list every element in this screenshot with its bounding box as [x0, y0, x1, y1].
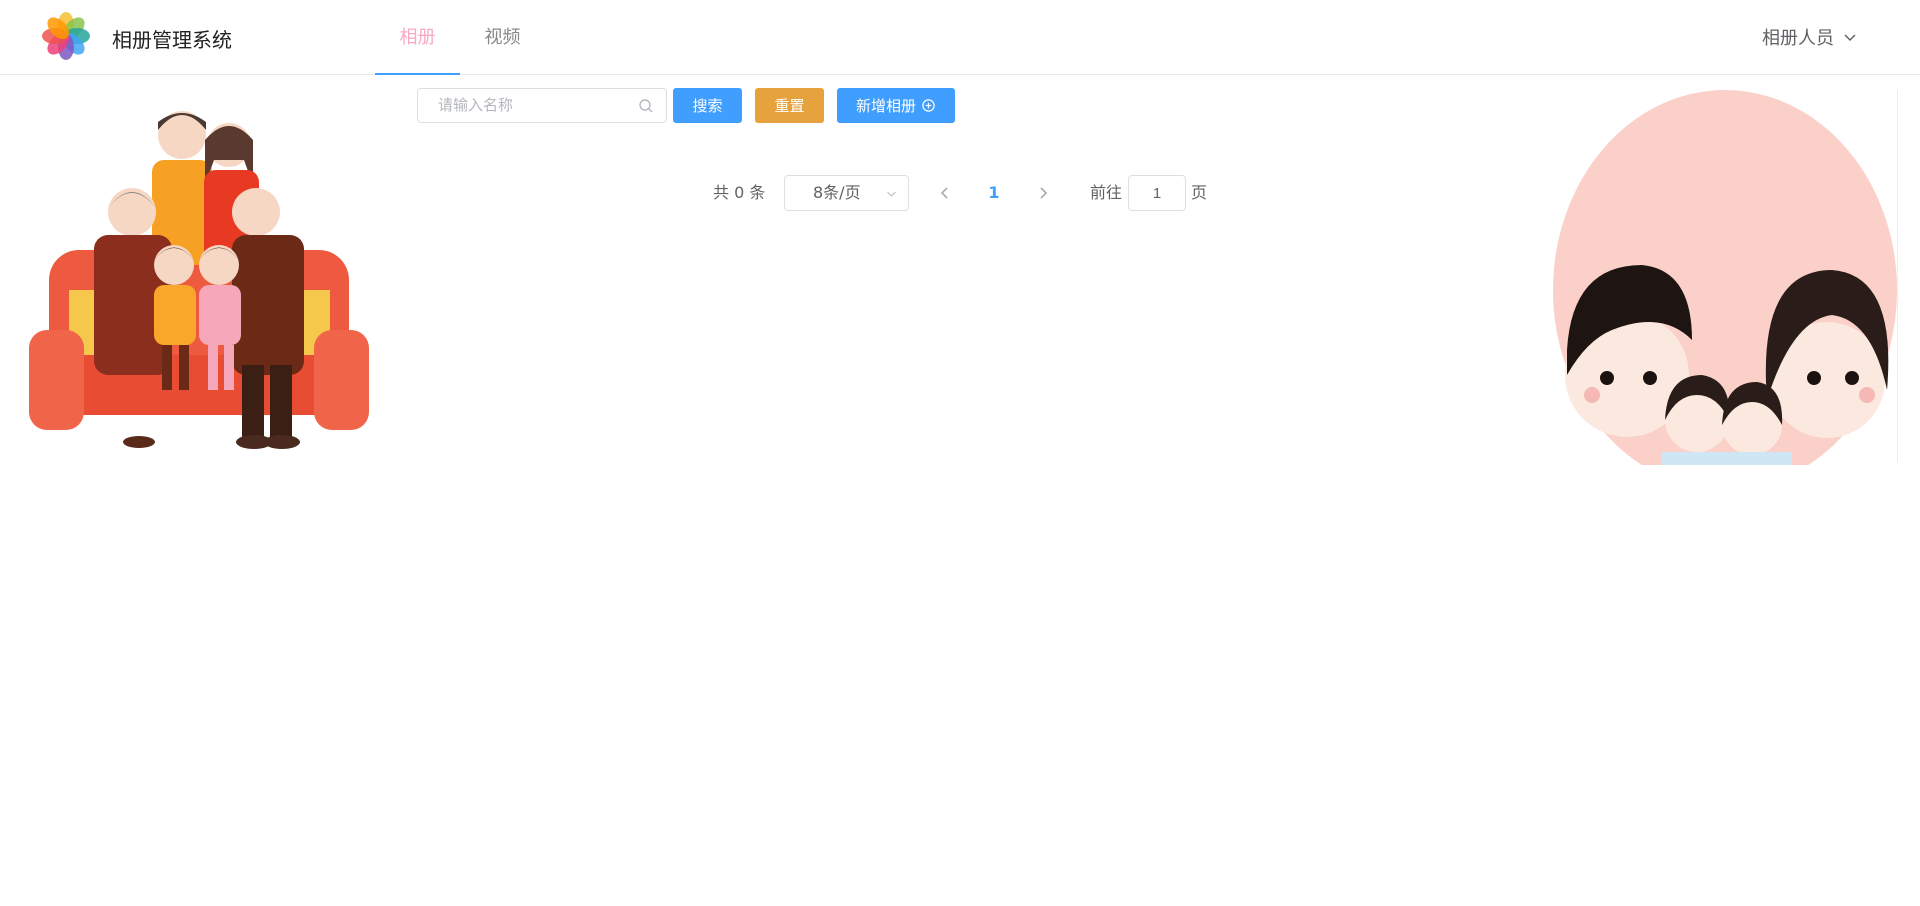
- next-page-icon[interactable]: [1035, 185, 1051, 201]
- right-panel-divider: [1897, 90, 1898, 462]
- tab-video[interactable]: 视频: [460, 0, 545, 75]
- reset-button[interactable]: 重置: [755, 88, 824, 123]
- search-button[interactable]: 搜索: [673, 88, 742, 123]
- prev-page-icon[interactable]: [937, 185, 953, 201]
- pagination-total: 共 0 条: [713, 183, 766, 202]
- family-portrait-illustration: [1553, 90, 1897, 465]
- chevron-down-icon: [1844, 34, 1856, 42]
- family-sofa-illustration: [29, 111, 369, 449]
- search-icon[interactable]: [638, 98, 654, 114]
- page-number-current[interactable]: 1: [988, 175, 1000, 211]
- add-album-label: 新增相册: [855, 98, 916, 115]
- search-box: [417, 88, 667, 123]
- user-menu[interactable]: 相册人员: [1762, 24, 1858, 50]
- top-header: 相册管理系统 相册 视频 相册人员: [0, 0, 1920, 75]
- page-size-select[interactable]: 8条/页: [784, 175, 909, 211]
- tab-album[interactable]: 相册: [375, 0, 460, 75]
- plus-circle-icon: [922, 99, 935, 112]
- page-size-value: 8条/页: [813, 183, 861, 202]
- goto-page-input[interactable]: [1128, 175, 1186, 211]
- app-title: 相册管理系统: [112, 28, 232, 52]
- app-logo-icon: [42, 12, 90, 60]
- page-suffix: 页: [1191, 183, 1208, 202]
- user-menu-label: 相册人员: [1762, 28, 1834, 49]
- chevron-down-icon: [887, 191, 896, 197]
- search-input[interactable]: [438, 89, 638, 122]
- goto-label: 前往: [1090, 183, 1123, 202]
- add-album-button[interactable]: 新增相册: [837, 88, 955, 123]
